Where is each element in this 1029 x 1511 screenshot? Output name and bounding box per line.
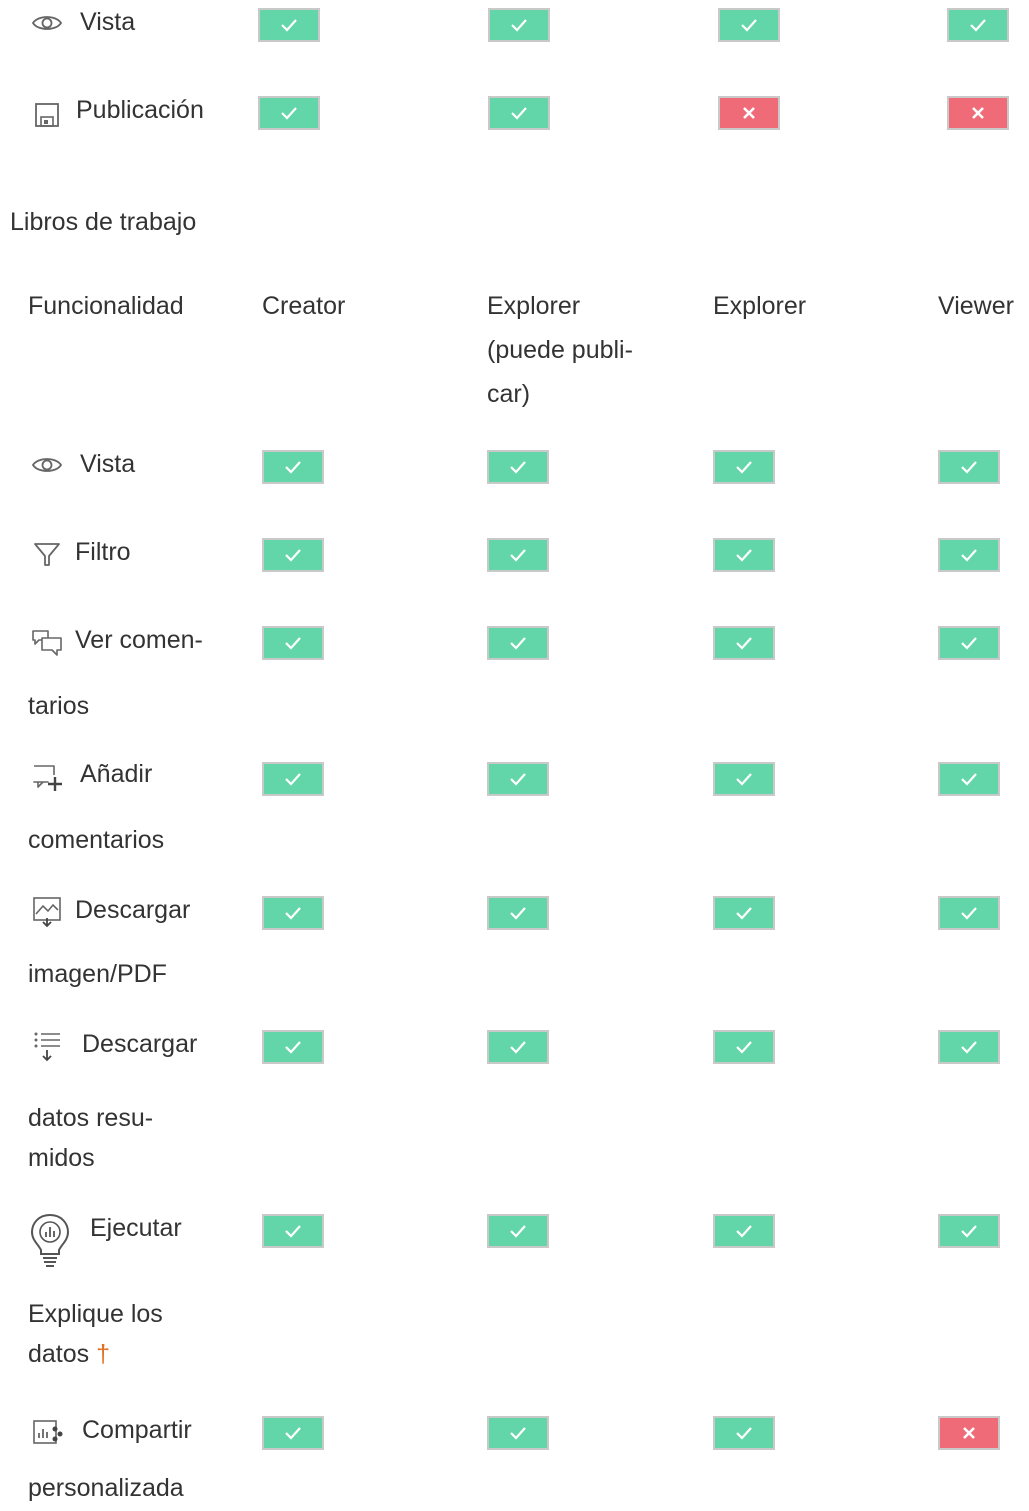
download-image-icon: [30, 894, 64, 928]
check-badge: [262, 1214, 324, 1248]
check-badge: [262, 1030, 324, 1064]
check-badge: [713, 538, 775, 572]
check-badge: [487, 538, 549, 572]
check-badge: [262, 538, 324, 572]
check-badge: [487, 762, 549, 796]
check-badge: [938, 762, 1000, 796]
cross-badge: [718, 96, 780, 130]
row-label: Ver comen-: [75, 626, 203, 654]
check-badge: [713, 1030, 775, 1064]
check-badge: [713, 896, 775, 930]
check-badge: [713, 762, 775, 796]
comments-icon: [30, 625, 64, 659]
cross-badge: [947, 96, 1009, 130]
row-label-vista: Vista: [80, 8, 136, 36]
check-badge: [262, 1416, 324, 1450]
check-badge: [262, 626, 324, 660]
check-badge: [713, 626, 775, 660]
download-data-icon: [30, 1028, 64, 1062]
check-badge: [487, 1416, 549, 1450]
header-explorer-publish-l3: car): [487, 380, 531, 408]
row-label-cont: personalizada: [28, 1474, 184, 1502]
row-label: Vista: [80, 450, 136, 478]
eye-icon: [30, 6, 64, 40]
cross-badge: [938, 1416, 1000, 1450]
header-explorer: Explorer: [713, 292, 807, 320]
share-custom-view-icon: [30, 1415, 64, 1449]
row-label: Ejecutar: [90, 1214, 182, 1242]
header-feature: Funcionalidad: [28, 292, 184, 320]
check-badge: [938, 896, 1000, 930]
check-badge: [487, 1030, 549, 1064]
row-label-publicacion: Publicación: [76, 96, 204, 124]
check-badge: [262, 896, 324, 930]
check-badge: [487, 626, 549, 660]
check-badge: [713, 1214, 775, 1248]
row-label-cont: tarios: [28, 692, 90, 720]
check-badge: [718, 8, 780, 42]
header-explorer-publish-l1: Explorer: [487, 292, 581, 320]
row-label: Descargar: [75, 896, 191, 924]
row-label: Compartir: [82, 1416, 192, 1444]
filter-icon: [30, 537, 64, 571]
row-label: Filtro: [75, 538, 131, 566]
check-badge: [713, 450, 775, 484]
check-badge: [262, 450, 324, 484]
check-badge: [947, 8, 1009, 42]
row-label: Añadir: [80, 760, 153, 788]
row-label-cont: midos: [28, 1144, 95, 1172]
row-label: Descargar: [82, 1030, 198, 1058]
check-badge: [938, 538, 1000, 572]
header-explorer-publish-l2: (puede publi-: [487, 336, 633, 364]
check-badge: [487, 1214, 549, 1248]
row-label-cont: datos resu-: [28, 1104, 154, 1132]
check-badge: [938, 1030, 1000, 1064]
check-badge: [488, 96, 550, 130]
check-badge: [258, 8, 320, 42]
row-label-text: datos: [28, 1340, 90, 1368]
check-badge: [713, 1416, 775, 1450]
header-viewer: Viewer: [938, 292, 1014, 320]
row-label-cont: comentarios: [28, 826, 165, 854]
row-label-cont: imagen/PDF: [28, 960, 167, 988]
section-title: Libros de trabajo: [10, 208, 197, 236]
row-label-cont: datos †: [28, 1332, 110, 1376]
footnote-dagger-link[interactable]: †: [96, 1340, 110, 1368]
add-comment-icon: [30, 760, 64, 794]
eye-icon: [30, 448, 64, 482]
check-badge: [938, 626, 1000, 660]
check-badge: [488, 8, 550, 42]
check-badge: [938, 450, 1000, 484]
row-label-cont: Explique los: [28, 1300, 163, 1328]
lightbulb-icon: [28, 1212, 72, 1270]
save-icon: [30, 98, 64, 132]
check-badge: [487, 450, 549, 484]
check-badge: [938, 1214, 1000, 1248]
check-badge: [487, 896, 549, 930]
header-creator: Creator: [262, 292, 346, 320]
check-badge: [262, 762, 324, 796]
check-badge: [258, 96, 320, 130]
